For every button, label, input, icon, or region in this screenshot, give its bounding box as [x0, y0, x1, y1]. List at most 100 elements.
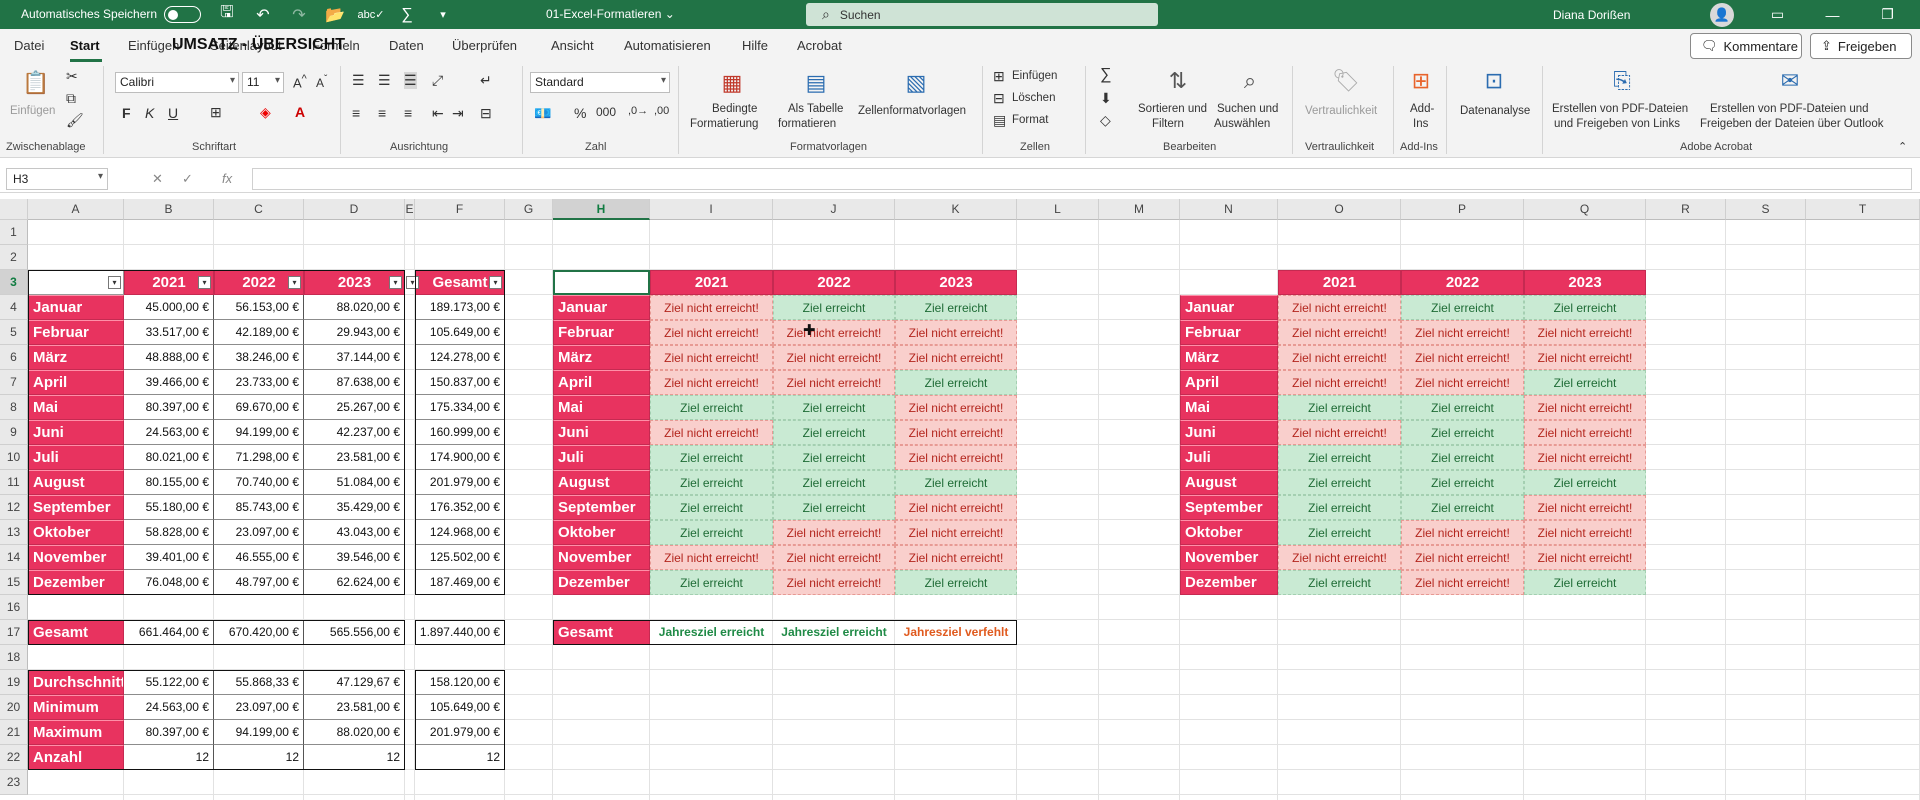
right-status-goal-met[interactable]: Ziel erreicht [1401, 445, 1524, 470]
status-goal-met[interactable]: Ziel erreicht [773, 295, 895, 320]
status-goal-missed[interactable]: Ziel nicht erreicht! [650, 420, 773, 445]
find-label-1[interactable]: Suchen und [1217, 102, 1278, 116]
right-status-goal-missed[interactable]: Ziel nicht erreicht! [1278, 320, 1401, 345]
row-header-16[interactable]: 16 [0, 595, 28, 620]
column-header-b[interactable]: B [124, 199, 214, 220]
pdf-link-label-1[interactable]: Erstellen von PDF-Dateien [1552, 102, 1688, 116]
fill-color-icon[interactable]: ◈ [260, 104, 271, 121]
status-goal-missed[interactable]: Ziel nicht erreicht! [895, 320, 1017, 345]
column-header-e[interactable]: E [405, 199, 415, 220]
right-status-goal-missed[interactable]: Ziel nicht erreicht! [1401, 320, 1524, 345]
row-header-2[interactable]: 2 [0, 245, 28, 270]
avatar[interactable]: 👤 [1710, 3, 1734, 27]
cell-styles-label[interactable]: Zellenformatvorlagen [858, 104, 966, 118]
right-status-goal-met[interactable]: Ziel erreicht [1278, 570, 1401, 595]
status-goal-missed[interactable]: Ziel nicht erreicht! [773, 570, 895, 595]
pdf-link-label-2[interactable]: und Freigeben von Links [1554, 117, 1680, 131]
right-month-label[interactable]: November [1180, 545, 1278, 570]
status-goal-missed[interactable]: Ziel nicht erreicht! [650, 320, 773, 345]
addins-label-2[interactable]: Ins [1413, 117, 1428, 131]
right-status-goal-met[interactable]: Ziel erreicht [1401, 395, 1524, 420]
save-icon[interactable]: 🖫 [212, 3, 242, 26]
sort-filter-label-2[interactable]: Filtern [1152, 117, 1184, 131]
right-month-label[interactable]: Mai [1180, 395, 1278, 420]
status-goal-missed[interactable]: Ziel nicht erreicht! [773, 545, 895, 570]
align-top-icon[interactable]: ☰ [352, 72, 365, 89]
column-header-o[interactable]: O [1278, 199, 1401, 220]
row-header-3[interactable]: 3 [0, 270, 28, 295]
align-right-icon[interactable]: ≡ [404, 105, 412, 121]
right-status-goal-missed[interactable]: Ziel nicht erreicht! [1401, 345, 1524, 370]
orientation-icon[interactable]: ⤢ [432, 72, 443, 89]
as-table-label-1[interactable]: Als Tabelle [788, 102, 843, 116]
format-painter-icon[interactable]: 🖌 [66, 112, 84, 129]
increase-decimal-icon[interactable]: ,0→ [628, 105, 648, 117]
comments-button[interactable]: 🗨 Kommentare [1690, 33, 1802, 59]
row-header-9[interactable]: 9 [0, 420, 28, 445]
copy-icon[interactable]: ⧉ [66, 90, 76, 107]
autosum-icon[interactable]: ∑ [1100, 66, 1111, 84]
cancel-icon[interactable]: ✕ [152, 171, 163, 187]
sort-filter-icon[interactable]: ⇅ [1162, 66, 1194, 96]
data-analysis-icon[interactable]: ⊡ [1478, 66, 1510, 96]
user-name[interactable]: Diana Dorißen [1553, 8, 1630, 22]
tab-ansicht[interactable]: Ansicht [551, 38, 594, 53]
status-goal-met[interactable]: Ziel erreicht [650, 570, 773, 595]
collapse-ribbon-icon[interactable]: ⌃ [1898, 140, 1907, 153]
row-header-20[interactable]: 20 [0, 695, 28, 720]
row-header-17[interactable]: 17 [0, 620, 28, 645]
increase-indent-icon[interactable]: ⇥ [452, 105, 464, 122]
right-status-goal-met[interactable]: Ziel erreicht [1524, 470, 1646, 495]
select-all-corner[interactable] [0, 199, 28, 220]
right-status-goal-missed[interactable]: Ziel nicht erreicht! [1401, 545, 1524, 570]
right-year-header[interactable]: 2021 [1278, 270, 1401, 295]
table-icon[interactable]: ▤ [800, 68, 832, 98]
wrap-text-icon[interactable]: ↵ [480, 72, 492, 89]
ribbon-display-icon[interactable]: ▭ [1750, 0, 1805, 29]
formula-input[interactable] [252, 168, 1912, 190]
clear-icon[interactable]: ◇ [1100, 112, 1111, 129]
status-month-label[interactable]: Mai [553, 395, 650, 420]
paste-icon[interactable]: 📋 [20, 68, 52, 98]
format-cells-label[interactable]: Format [1012, 113, 1048, 127]
tab-datei[interactable]: Datei [14, 38, 44, 53]
right-status-goal-met[interactable]: Ziel erreicht [1524, 570, 1646, 595]
tab-acrobat[interactable]: Acrobat [797, 38, 842, 53]
column-header-q[interactable]: Q [1524, 199, 1646, 220]
row-header-22[interactable]: 22 [0, 745, 28, 770]
worksheet-grid[interactable]: ABCDEFGHIJKLMNOPQRST 1 2 3 4 5 6 7 8 9 10 11 12 13 14… [0, 199, 1920, 800]
tab-start[interactable]: Start [70, 38, 100, 53]
status-month-label[interactable]: Dezember [553, 570, 650, 595]
bold-icon[interactable]: F [122, 105, 131, 121]
column-header-k[interactable]: K [895, 199, 1017, 220]
enter-icon[interactable]: ✓ [182, 171, 193, 187]
status-goal-met[interactable]: Ziel erreicht [773, 470, 895, 495]
right-status-goal-missed[interactable]: Ziel nicht erreicht! [1524, 320, 1646, 345]
right-status-goal-missed[interactable]: Ziel nicht erreicht! [1278, 295, 1401, 320]
right-month-label[interactable]: Januar [1180, 295, 1278, 320]
status-goal-met[interactable]: Ziel erreicht [773, 395, 895, 420]
tab-hilfe[interactable]: Hilfe [742, 38, 768, 53]
grow-font-icon[interactable]: A^ [293, 73, 307, 90]
data-analysis-label[interactable]: Datenanalyse [1460, 104, 1530, 118]
align-bottom-icon[interactable]: ☰ [404, 72, 417, 89]
status-month-label[interactable]: Januar [553, 295, 650, 320]
status-month-label[interactable]: Februar [553, 320, 650, 345]
conditional-format-icon[interactable]: ▦ [716, 68, 748, 98]
right-month-label[interactable]: Dezember [1180, 570, 1278, 595]
right-status-goal-missed[interactable]: Ziel nicht erreicht! [1524, 445, 1646, 470]
find-icon[interactable]: ⌕ [1234, 66, 1266, 96]
underline-icon[interactable]: U [168, 105, 178, 121]
status-month-label[interactable]: April [553, 370, 650, 395]
redo-icon[interactable]: ↷ [284, 3, 314, 26]
pdf-outlook-label-1[interactable]: Erstellen von PDF-Dateien und [1710, 102, 1869, 116]
row-header-21[interactable]: 21 [0, 720, 28, 745]
right-month-label[interactable]: März [1180, 345, 1278, 370]
row-header-15[interactable]: 15 [0, 570, 28, 595]
find-label-2[interactable]: Auswählen [1214, 117, 1270, 131]
status-month-label[interactable]: Juni [553, 420, 650, 445]
more-commands-icon[interactable]: ▾ [428, 3, 458, 26]
right-status-goal-met[interactable]: Ziel erreicht [1278, 520, 1401, 545]
row-header-5[interactable]: 5 [0, 320, 28, 345]
align-middle-icon[interactable]: ☰ [378, 72, 391, 89]
